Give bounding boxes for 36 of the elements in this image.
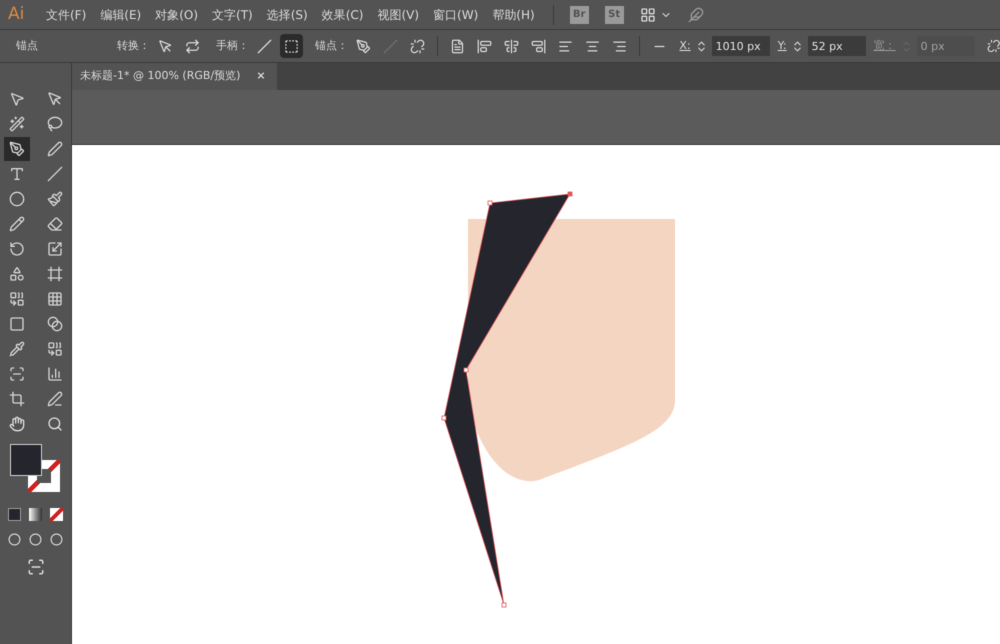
feather-icon[interactable] bbox=[688, 6, 704, 22]
unlink-icon[interactable] bbox=[986, 39, 1000, 53]
pen-icon[interactable] bbox=[4, 137, 30, 161]
menu-item[interactable]: 帮助(H) bbox=[490, 6, 537, 24]
none-mode-icon[interactable] bbox=[50, 508, 63, 521]
draw-mode-icon[interactable] bbox=[8, 533, 21, 546]
menu-item[interactable]: 效果(C) bbox=[320, 6, 366, 24]
coordinate-label: X: bbox=[679, 38, 691, 54]
hide-handles-icon[interactable] bbox=[280, 34, 303, 58]
app-logo: Ai bbox=[8, 2, 26, 26]
app-switch-button[interactable]: Br bbox=[570, 6, 589, 24]
draw-mode-icon[interactable] bbox=[29, 533, 42, 546]
color-mode-icon[interactable] bbox=[8, 508, 21, 521]
workspace-icon[interactable] bbox=[640, 6, 656, 22]
coordinate-label: 宽： bbox=[874, 38, 896, 54]
document-tab[interactable]: 未标题-1* @ 100% (RGB/预览) × bbox=[72, 63, 277, 90]
close-button[interactable]: × bbox=[256, 68, 266, 85]
menu-item[interactable]: 文件(F) bbox=[44, 6, 88, 24]
menu-item[interactable]: 编辑(E) bbox=[98, 6, 144, 24]
app-switch-button[interactable]: St bbox=[604, 6, 624, 24]
menu-item[interactable]: 对象(O) bbox=[153, 6, 200, 24]
coordinate-label: Y: bbox=[778, 38, 787, 54]
anchors-label: 锚点： bbox=[314, 38, 348, 54]
document-title: 未标题-1* @ 100% (RGB/预览) bbox=[80, 68, 240, 84]
coordinate-field[interactable]: 52 px bbox=[808, 36, 866, 56]
menu-item[interactable]: 文字(T) bbox=[210, 6, 255, 24]
fill-swatch[interactable] bbox=[10, 444, 42, 476]
convert-label: 转换： bbox=[116, 38, 150, 54]
selection-label: 锚点 bbox=[16, 38, 39, 54]
coordinate-field[interactable]: 1010 px bbox=[712, 36, 770, 56]
gradient-mode-icon[interactable] bbox=[29, 508, 42, 521]
handles-label: 手柄： bbox=[216, 38, 249, 54]
menu-item[interactable]: 视图(V) bbox=[375, 6, 422, 24]
menu-item[interactable]: 选择(S) bbox=[264, 6, 310, 24]
menu-item[interactable]: 窗口(W) bbox=[431, 6, 480, 24]
draw-mode-icon[interactable] bbox=[50, 533, 63, 546]
